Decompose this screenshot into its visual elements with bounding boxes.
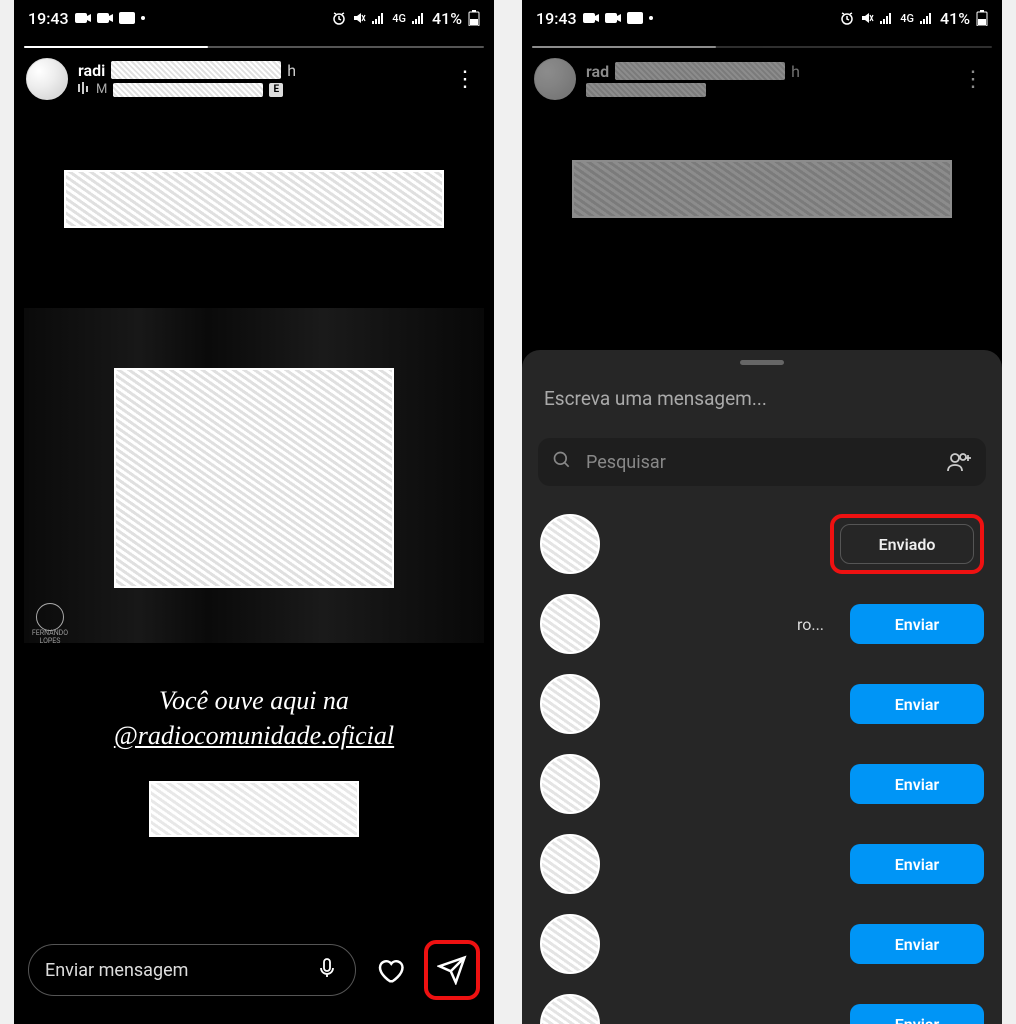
status-time: 19:43	[28, 9, 69, 28]
network-label: 4G	[392, 12, 406, 25]
contact-name: ro...	[616, 615, 834, 634]
contact-avatar[interactable]	[540, 594, 600, 654]
battery-icon	[976, 10, 988, 26]
notification-dot-icon	[649, 16, 653, 20]
contacts-list: Enviado ro... Enviar Enviar Enviar	[522, 504, 1002, 1024]
mute-icon	[352, 11, 366, 25]
send-button[interactable]: Enviar	[850, 924, 984, 964]
alarm-icon	[840, 11, 854, 25]
story-view-screen: 19:43 4G 4	[14, 0, 494, 1024]
alarm-icon	[332, 11, 346, 25]
mention-sticker[interactable]	[64, 170, 444, 228]
share-sheet: Escreva uma mensagem... Pesquisar	[522, 350, 1002, 1024]
highlight-annotation	[424, 940, 480, 1000]
send-button[interactable]: Enviar	[850, 684, 984, 724]
music-sticker[interactable]	[149, 781, 359, 837]
redacted-text	[113, 83, 263, 97]
search-input[interactable]: Pesquisar	[538, 438, 986, 486]
story-header: radi h M E ⋮	[14, 48, 494, 110]
profile-avatar	[534, 58, 576, 100]
mute-icon	[860, 11, 874, 25]
like-button[interactable]	[370, 950, 410, 990]
contact-row: Enviar	[522, 664, 1002, 744]
contact-row: ro... Enviar	[522, 584, 1002, 664]
username: rad	[586, 62, 609, 81]
reply-placeholder: Enviar mensagem	[45, 960, 188, 981]
contact-avatar[interactable]	[540, 834, 600, 894]
write-message-input[interactable]: Escreva uma mensagem...	[522, 365, 1002, 438]
camera-icon	[583, 12, 599, 24]
battery-icon	[468, 10, 480, 26]
signal-icon	[880, 12, 894, 24]
contact-avatar[interactable]	[540, 754, 600, 814]
contact-avatar[interactable]	[540, 514, 600, 574]
search-icon	[552, 450, 572, 474]
more-icon[interactable]: ⋮	[448, 67, 482, 92]
story-time: h	[791, 62, 800, 81]
status-time: 19:43	[536, 9, 577, 28]
mention-sticker	[572, 160, 952, 218]
share-button[interactable]	[432, 950, 472, 990]
contact-avatar[interactable]	[540, 914, 600, 974]
camera-icon	[75, 12, 91, 24]
redacted-text	[615, 62, 785, 80]
redacted-text	[586, 83, 706, 97]
watermark-icon	[36, 603, 64, 631]
mic-icon[interactable]	[315, 956, 339, 985]
story-reply-bar: Enviar mensagem	[14, 934, 494, 1024]
redacted-overlay	[114, 368, 394, 588]
status-bar: 19:43 4G 41%	[522, 0, 1002, 36]
send-button[interactable]: Enviar	[850, 1004, 984, 1024]
app-badge-icon	[627, 12, 643, 24]
story-content[interactable]: FERNANDO LOPES Você ouve aqui na @radioc…	[14, 170, 494, 1004]
send-button[interactable]: Enviar	[850, 604, 984, 644]
contact-row: Enviado	[522, 504, 1002, 584]
sent-button[interactable]: Enviado	[840, 524, 974, 564]
profile-avatar[interactable]	[26, 58, 68, 100]
camera-icon	[97, 12, 113, 24]
music-bars-icon	[78, 82, 90, 98]
signal-icon	[372, 12, 386, 24]
story-progress-bar[interactable]	[24, 46, 484, 48]
contact-row: Enviar	[522, 744, 1002, 824]
send-button[interactable]: Enviar	[850, 764, 984, 804]
story-image: FERNANDO LOPES	[24, 308, 484, 643]
contact-avatar[interactable]	[540, 994, 600, 1024]
search-placeholder: Pesquisar	[586, 452, 666, 473]
contact-row: Enviar	[522, 904, 1002, 984]
create-group-button[interactable]	[932, 436, 988, 488]
contact-row: Enviar	[522, 984, 1002, 1024]
reply-input[interactable]: Enviar mensagem	[28, 944, 356, 996]
contact-avatar[interactable]	[540, 674, 600, 734]
story-caption: Você ouve aqui na @radiocomunidade.ofici…	[14, 683, 494, 753]
network-label: 4G	[900, 12, 914, 25]
explicit-badge-icon: E	[269, 83, 283, 97]
story-time: h	[287, 61, 296, 80]
notification-dot-icon	[141, 16, 145, 20]
send-button[interactable]: Enviar	[850, 844, 984, 884]
redacted-text	[111, 61, 281, 79]
more-icon: ⋮	[956, 67, 990, 92]
battery-percent: 41%	[940, 9, 970, 28]
story-header: rad h ⋮	[522, 48, 1002, 110]
battery-percent: 41%	[432, 9, 462, 28]
signal-icon	[920, 12, 934, 24]
camera-icon	[605, 12, 621, 24]
signal-icon	[412, 12, 426, 24]
contact-row: Enviar	[522, 824, 1002, 904]
share-sheet-screen: 19:43 4G 41% rad h	[522, 0, 1002, 1024]
watermark-label: FERNANDO LOPES	[28, 629, 72, 645]
app-badge-icon	[119, 12, 135, 24]
highlight-annotation: Enviado	[830, 514, 984, 574]
username[interactable]: radi	[78, 61, 105, 80]
status-bar: 19:43 4G 4	[14, 0, 494, 36]
